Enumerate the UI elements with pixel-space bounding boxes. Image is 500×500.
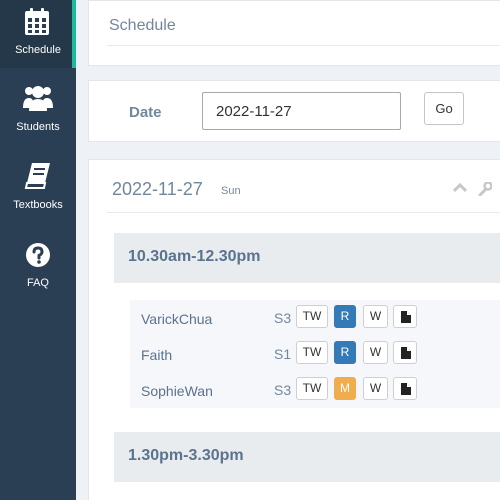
calendar-icon: [25, 8, 49, 35]
student-name[interactable]: SophieWan: [141, 383, 213, 399]
student-row: SophieWan S3 TW M W: [130, 372, 500, 408]
question-circle-icon: [26, 243, 50, 267]
page-title: Schedule: [109, 17, 176, 34]
page-header-panel: Schedule: [88, 0, 500, 66]
document-button[interactable]: [393, 305, 417, 328]
divider: [107, 45, 500, 46]
file-icon: [401, 347, 411, 359]
file-icon: [401, 311, 411, 323]
users-icon: [23, 86, 53, 111]
tw-button[interactable]: TW: [296, 377, 328, 400]
date-form-panel: Date Go: [88, 80, 500, 142]
status-r-button[interactable]: R: [334, 305, 356, 328]
day-of-week: Sun: [221, 185, 241, 197]
student-row: VarickChua S3 TW R W: [130, 300, 500, 336]
sidebar-item-label: Textbooks: [13, 199, 63, 211]
student-list: VarickChua S3 TW R W Faith S1 TW R W Sop…: [130, 300, 500, 408]
schedule-date: 2022-11-27: [112, 179, 203, 199]
date-input[interactable]: [202, 92, 401, 130]
student-row: Faith S1 TW R W: [130, 336, 500, 372]
chevron-up-icon[interactable]: [453, 183, 467, 193]
status-m-button[interactable]: M: [334, 377, 356, 400]
w-button[interactable]: W: [363, 341, 388, 364]
divider: [107, 212, 500, 213]
document-button[interactable]: [393, 341, 417, 364]
time-slot-header: 1.30pm-3.30pm: [114, 432, 500, 482]
time-slot-header: 10.30am-12.30pm: [114, 233, 500, 283]
time-slot-label: 1.30pm-3.30pm: [128, 447, 244, 464]
sidebar-item-students[interactable]: Students: [0, 78, 76, 146]
status-r-button[interactable]: R: [334, 341, 356, 364]
sidebar: Schedule Students Textbooks FAQ: [0, 0, 76, 500]
sidebar-item-textbooks[interactable]: Textbooks: [0, 156, 76, 224]
schedule-panel: 2022-11-27 Sun 10.30am-12.30pm VarickChu…: [88, 159, 500, 500]
wrench-icon[interactable]: [478, 182, 492, 196]
student-level: S1: [274, 346, 292, 362]
date-label: Date: [129, 104, 162, 121]
student-level: S3: [274, 382, 292, 398]
tw-button[interactable]: TW: [296, 341, 328, 364]
go-button[interactable]: Go: [424, 92, 464, 125]
book-icon: [24, 163, 50, 189]
file-icon: [401, 383, 411, 395]
sidebar-item-label: Schedule: [15, 44, 61, 56]
student-level: S3: [274, 310, 292, 326]
student-name[interactable]: VarickChua: [141, 311, 212, 327]
sidebar-item-schedule[interactable]: Schedule: [0, 0, 76, 68]
sidebar-item-label: Students: [16, 121, 60, 133]
time-slot-label: 10.30am-12.30pm: [128, 248, 261, 265]
sidebar-item-label: FAQ: [26, 277, 49, 289]
tw-button[interactable]: TW: [296, 305, 328, 328]
student-name[interactable]: Faith: [141, 347, 172, 363]
sidebar-item-faq[interactable]: FAQ: [0, 234, 76, 302]
w-button[interactable]: W: [363, 377, 388, 400]
document-button[interactable]: [393, 377, 417, 400]
w-button[interactable]: W: [363, 305, 388, 328]
